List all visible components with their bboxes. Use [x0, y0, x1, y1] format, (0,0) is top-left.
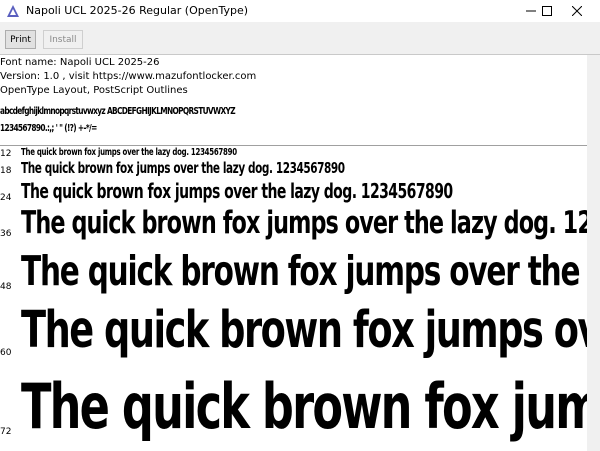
sample-text: The quick brown fox jumps over the lazy … [21, 247, 587, 295]
sample-size-label: 48 [0, 282, 12, 292]
toolbar: Print Install [0, 22, 600, 55]
charset-letters: abcdefghijklmnopqrstuvwxyz ABCDEFGHIJKLM… [0, 106, 236, 117]
sample-text: The quick brown fox jumps over the lazy … [21, 159, 345, 177]
sample-size-label: 18 [0, 166, 12, 176]
sample-size-label: 36 [0, 229, 12, 239]
font-viewer-app-icon [7, 5, 19, 17]
font-preview-pane[interactable]: Font name: Napoli UCL 2025-26 Version: 1… [0, 55, 587, 451]
charset-symbols: 1234567890.:,; ' " (!?) +-*/= [0, 123, 97, 134]
install-button[interactable]: Install [43, 30, 83, 49]
sample-size-label: 72 [0, 427, 12, 437]
sample-size-label: 24 [0, 193, 12, 203]
window-title: Napoli UCL 2025-26 Regular (OpenType) [26, 4, 249, 17]
font-type-line: OpenType Layout, PostScript Outlines [0, 85, 188, 96]
sample-text: The quick brown fox jumps over the lazy … [21, 205, 587, 241]
maximize-icon [542, 6, 552, 16]
sample-text: The quick brown fox jumps over the lazy … [21, 370, 587, 443]
close-button[interactable] [554, 0, 600, 22]
sample-text: The quick brown fox jumps over the lazy … [21, 179, 453, 203]
sample-size-label: 60 [0, 348, 12, 358]
close-icon [572, 6, 582, 16]
font-name-line: Font name: Napoli UCL 2025-26 [0, 57, 160, 68]
font-version-line: Version: 1.0 , visit https://www.mazufon… [0, 71, 257, 82]
sample-size-label: 12 [0, 149, 12, 159]
sample-text: The quick brown fox jumps over the lazy … [21, 147, 237, 158]
title-bar: Napoli UCL 2025-26 Regular (OpenType) [0, 0, 600, 22]
print-button[interactable]: Print [5, 30, 36, 49]
divider [0, 145, 587, 146]
sample-text: The quick brown fox jumps over the lazy … [21, 301, 587, 360]
vertical-scrollbar[interactable] [587, 55, 600, 451]
